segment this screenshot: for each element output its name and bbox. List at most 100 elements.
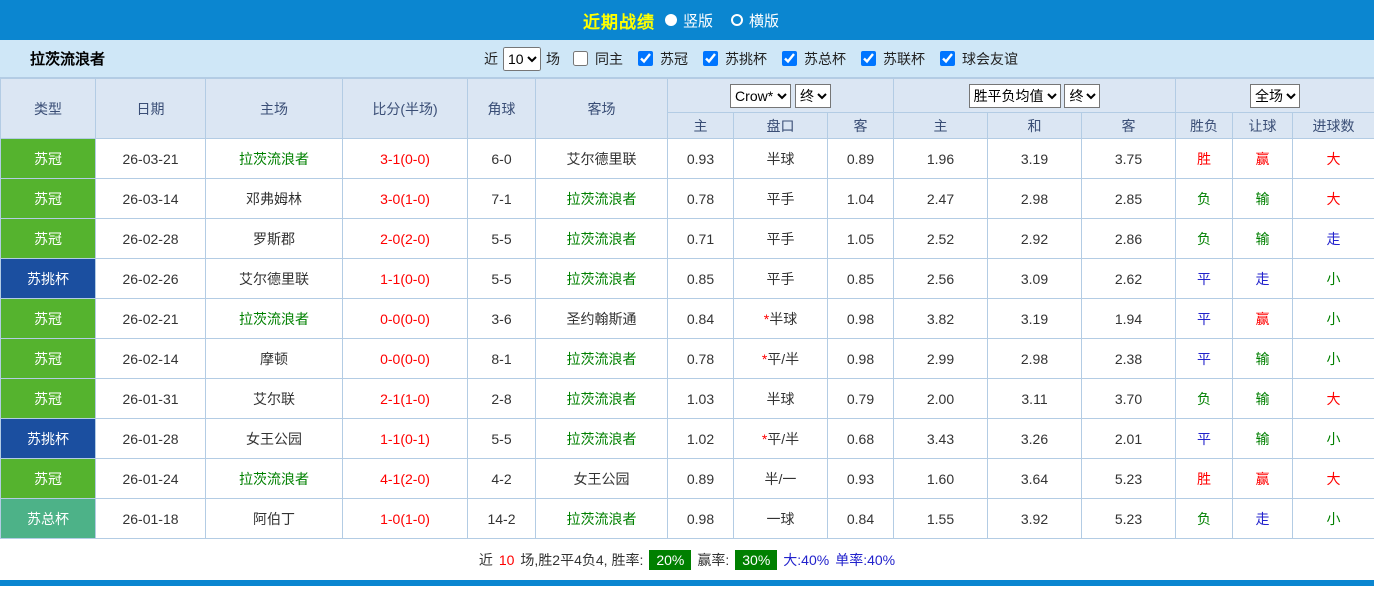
score[interactable]: 3-1(0-0) bbox=[343, 139, 468, 179]
match-count-select[interactable]: 10 bbox=[503, 47, 541, 71]
asian-away-odds: 1.04 bbox=[828, 179, 894, 219]
match-date: 26-02-14 bbox=[96, 339, 206, 379]
score[interactable]: 3-0(1-0) bbox=[343, 179, 468, 219]
home-team[interactable]: 摩顿 bbox=[206, 339, 343, 379]
wdl-result: 平 bbox=[1176, 299, 1233, 339]
same-home-checkbox[interactable] bbox=[573, 51, 588, 66]
subheader-europe-away: 客 bbox=[1082, 113, 1176, 139]
subheader-handicap-result: 让球 bbox=[1233, 113, 1293, 139]
league-checkbox[interactable] bbox=[861, 51, 876, 66]
europe-away-odds: 5.23 bbox=[1082, 499, 1176, 539]
away-team[interactable]: 拉茨流浪者 bbox=[536, 379, 668, 419]
away-team[interactable]: 拉茨流浪者 bbox=[536, 219, 668, 259]
home-team[interactable]: 拉茨流浪者 bbox=[206, 299, 343, 339]
corner-score: 5-5 bbox=[468, 419, 536, 459]
europe-odds-select[interactable]: 胜平负均值 bbox=[969, 84, 1061, 108]
score[interactable]: 1-1(0-1) bbox=[343, 419, 468, 459]
league-checkbox-label[interactable]: 苏联杯 bbox=[883, 49, 925, 69]
europe-draw-odds: 3.92 bbox=[988, 499, 1082, 539]
odds-win-rate-badge: 30% bbox=[735, 550, 777, 570]
home-team[interactable]: 拉茨流浪者 bbox=[206, 459, 343, 499]
asian-away-odds: 0.98 bbox=[828, 299, 894, 339]
score[interactable]: 0-0(0-0) bbox=[343, 299, 468, 339]
corner-score: 5-5 bbox=[468, 259, 536, 299]
asian-odds-state-select[interactable]: 终 bbox=[795, 84, 831, 108]
score[interactable]: 4-1(2-0) bbox=[343, 459, 468, 499]
summary-footer: 近10场,胜2平4负4, 胜率: 20% 赢率: 30% 大:40% 单率:40… bbox=[0, 539, 1374, 580]
wdl-result: 平 bbox=[1176, 339, 1233, 379]
score[interactable]: 1-1(0-0) bbox=[343, 259, 468, 299]
league-checkbox[interactable] bbox=[782, 51, 797, 66]
away-team[interactable]: 圣约翰斯通 bbox=[536, 299, 668, 339]
score[interactable]: 0-0(0-0) bbox=[343, 339, 468, 379]
asian-away-odds: 0.93 bbox=[828, 459, 894, 499]
asian-line: 半球 bbox=[734, 379, 828, 419]
league-checkbox[interactable] bbox=[703, 51, 718, 66]
home-team[interactable]: 女王公园 bbox=[206, 419, 343, 459]
win-rate-badge: 20% bbox=[649, 550, 691, 570]
europe-away-odds: 3.75 bbox=[1082, 139, 1176, 179]
home-team[interactable]: 艾尔联 bbox=[206, 379, 343, 419]
away-team[interactable]: 拉茨流浪者 bbox=[536, 339, 668, 379]
europe-home-odds: 1.96 bbox=[894, 139, 988, 179]
fullmatch-select[interactable]: 全场 bbox=[1250, 84, 1300, 108]
odds-win-label: 赢率: bbox=[697, 550, 729, 570]
table-row: 苏冠 26-01-24 拉茨流浪者 4-1(2-0) 4-2 女王公园 0.89… bbox=[1, 459, 1374, 499]
live-line-star: * bbox=[762, 431, 767, 447]
asian-line: 半/一 bbox=[734, 459, 828, 499]
goals-result: 大 bbox=[1293, 459, 1374, 499]
europe-away-odds: 2.86 bbox=[1082, 219, 1176, 259]
away-team[interactable]: 女王公园 bbox=[536, 459, 668, 499]
top-bar: 近期战绩 竖版 横版 bbox=[0, 0, 1374, 40]
europe-away-odds: 3.70 bbox=[1082, 379, 1176, 419]
single-rate: 单率:40% bbox=[835, 550, 895, 570]
league-checkbox[interactable] bbox=[638, 51, 653, 66]
away-team[interactable]: 拉茨流浪者 bbox=[536, 179, 668, 219]
away-team[interactable]: 拉茨流浪者 bbox=[536, 419, 668, 459]
home-team[interactable]: 罗斯郡 bbox=[206, 219, 343, 259]
europe-odds-state-select[interactable]: 终 bbox=[1064, 84, 1100, 108]
corner-score: 14-2 bbox=[468, 499, 536, 539]
vertical-layout-radio[interactable] bbox=[665, 14, 677, 26]
league-checkbox-label[interactable]: 苏冠 bbox=[660, 49, 688, 69]
home-team[interactable]: 邓弗姆林 bbox=[206, 179, 343, 219]
table-row: 苏冠 26-02-21 拉茨流浪者 0-0(0-0) 3-6 圣约翰斯通 0.8… bbox=[1, 299, 1374, 339]
league-checkbox-label[interactable]: 苏挑杯 bbox=[725, 49, 767, 69]
asian-home-odds: 0.85 bbox=[668, 259, 734, 299]
goals-result: 大 bbox=[1293, 179, 1374, 219]
subheader-europe-draw: 和 bbox=[988, 113, 1082, 139]
league-checkbox-label[interactable]: 苏总杯 bbox=[804, 49, 846, 69]
score[interactable]: 2-1(1-0) bbox=[343, 379, 468, 419]
vertical-layout-label[interactable]: 竖版 bbox=[683, 10, 713, 31]
away-team[interactable]: 拉茨流浪者 bbox=[536, 259, 668, 299]
header-row-top: 类型 日期 主场 比分(半场) 角球 客场 Crow* 终 胜平负均值 终 全场 bbox=[1, 79, 1374, 113]
home-team[interactable]: 阿伯丁 bbox=[206, 499, 343, 539]
away-team[interactable]: 艾尔德里联 bbox=[536, 139, 668, 179]
horizontal-layout-label[interactable]: 横版 bbox=[749, 10, 779, 31]
handicap-result: 走 bbox=[1233, 499, 1293, 539]
goals-result: 大 bbox=[1293, 379, 1374, 419]
league-checkbox-label[interactable]: 球会友谊 bbox=[962, 49, 1018, 69]
wdl-result: 负 bbox=[1176, 499, 1233, 539]
score[interactable]: 1-0(1-0) bbox=[343, 499, 468, 539]
bookmaker-select[interactable]: Crow* bbox=[730, 84, 791, 108]
goals-result: 小 bbox=[1293, 339, 1374, 379]
europe-draw-odds: 2.92 bbox=[988, 219, 1082, 259]
home-team[interactable]: 拉茨流浪者 bbox=[206, 139, 343, 179]
asian-line: *平/半 bbox=[734, 339, 828, 379]
asian-home-odds: 0.78 bbox=[668, 179, 734, 219]
col-header-corner: 角球 bbox=[468, 79, 536, 139]
asian-away-odds: 0.68 bbox=[828, 419, 894, 459]
competition-badge: 苏冠 bbox=[1, 339, 96, 379]
europe-home-odds: 2.52 bbox=[894, 219, 988, 259]
horizontal-layout-radio[interactable] bbox=[731, 14, 743, 26]
match-date: 26-01-18 bbox=[96, 499, 206, 539]
league-checkbox[interactable] bbox=[940, 51, 955, 66]
score[interactable]: 2-0(2-0) bbox=[343, 219, 468, 259]
same-home-label[interactable]: 同主 bbox=[595, 49, 623, 69]
match-date: 26-01-24 bbox=[96, 459, 206, 499]
away-team[interactable]: 拉茨流浪者 bbox=[536, 499, 668, 539]
home-team[interactable]: 艾尔德里联 bbox=[206, 259, 343, 299]
asian-away-odds: 0.89 bbox=[828, 139, 894, 179]
match-date: 26-01-28 bbox=[96, 419, 206, 459]
